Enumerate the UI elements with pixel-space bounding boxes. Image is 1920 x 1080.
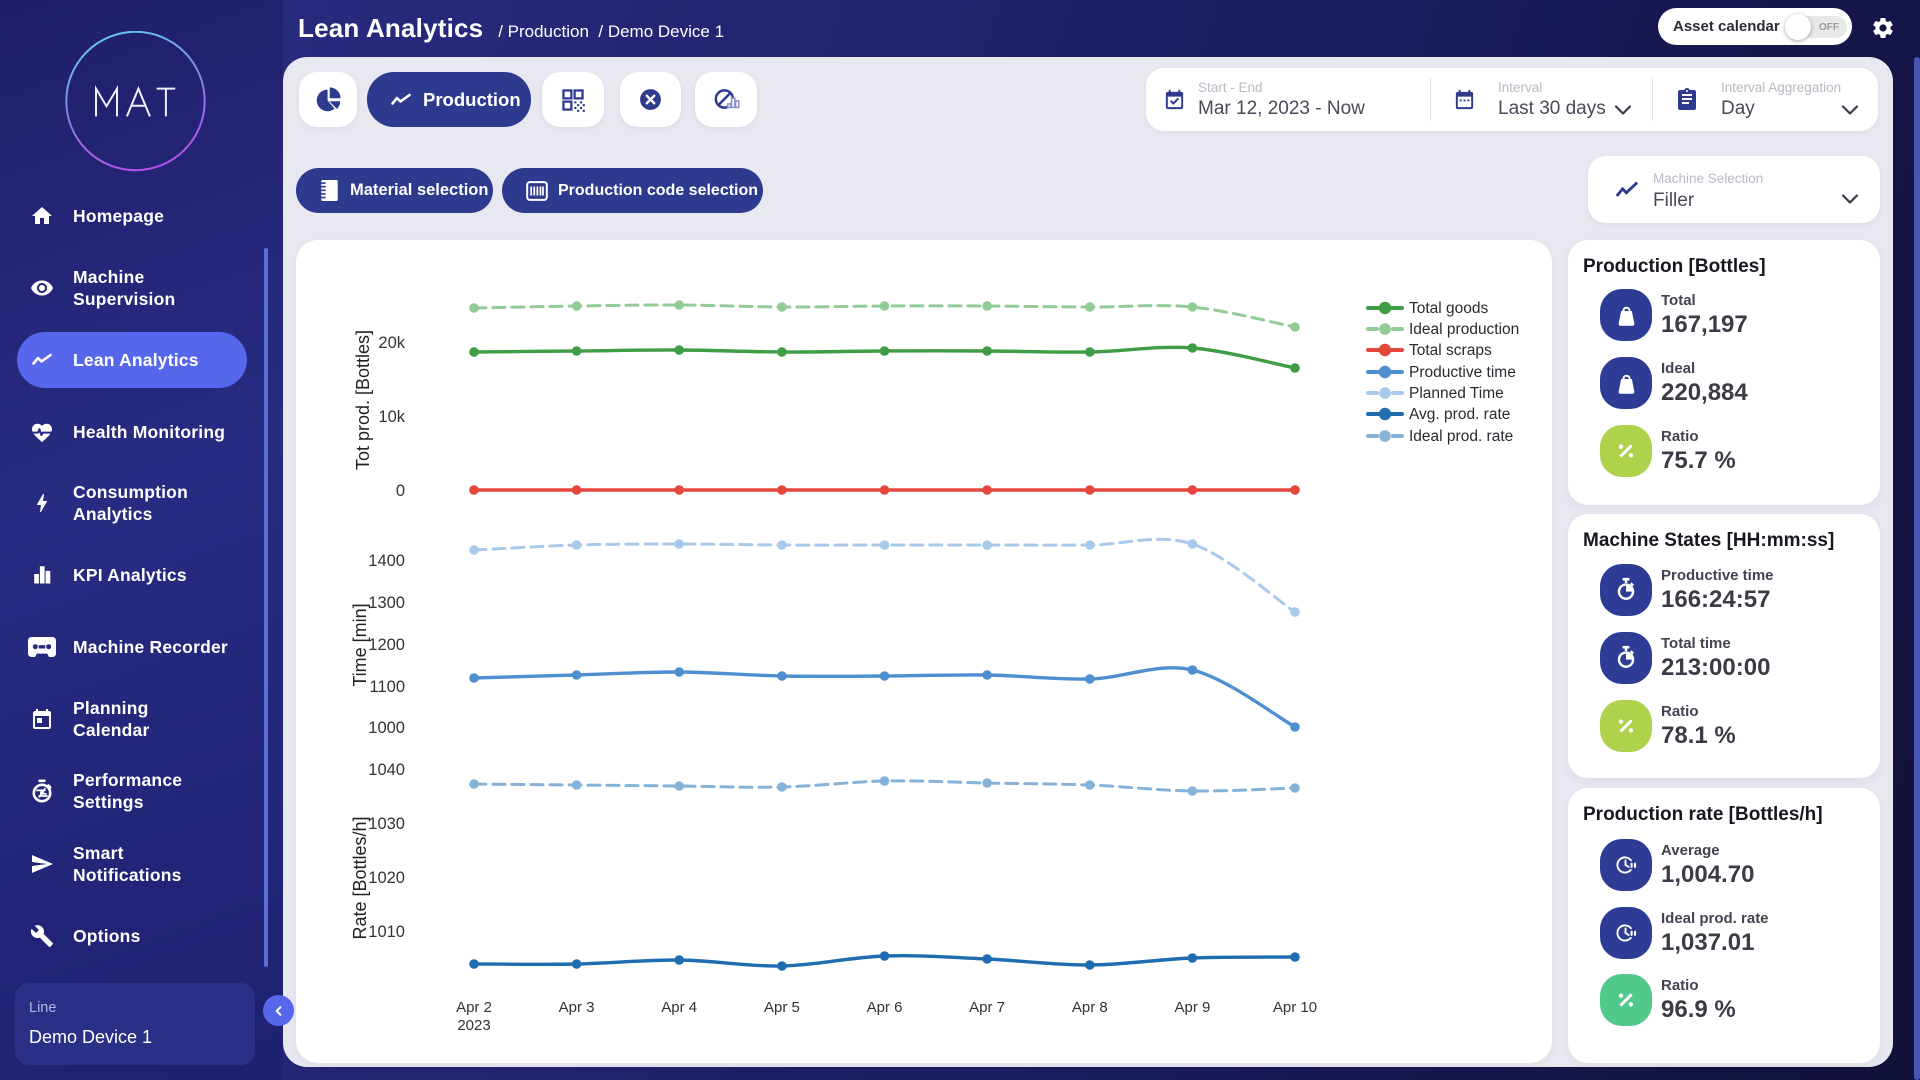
svg-text:Total goods: Total goods [1409, 300, 1489, 317]
svg-text:Ideal prod. rate: Ideal prod. rate [1409, 428, 1513, 445]
svg-text:Apr 9: Apr 9 [1174, 999, 1210, 1016]
svg-text:Apr 5: Apr 5 [764, 999, 800, 1016]
svg-text:Total scraps: Total scraps [1409, 342, 1492, 359]
svg-text:1040: 1040 [368, 761, 405, 779]
svg-text:Productive time: Productive time [1409, 364, 1516, 381]
svg-text:Planned Time: Planned Time [1409, 385, 1504, 402]
svg-text:1300: 1300 [368, 594, 405, 612]
svg-text:1400: 1400 [368, 552, 405, 570]
svg-text:2023: 2023 [457, 1017, 490, 1034]
svg-text:1200: 1200 [368, 636, 405, 654]
svg-text:20k: 20k [378, 334, 405, 352]
svg-text:Avg. prod. rate: Avg. prod. rate [1409, 406, 1510, 423]
svg-text:Time [min]: Time [min] [350, 603, 370, 686]
svg-text:Tot prod. [Bottles]: Tot prod. [Bottles] [353, 330, 373, 470]
svg-text:Apr 8: Apr 8 [1072, 999, 1108, 1016]
svg-text:Apr 3: Apr 3 [559, 999, 595, 1016]
svg-text:Apr 4: Apr 4 [661, 999, 697, 1016]
svg-text:Apr 2: Apr 2 [456, 999, 492, 1016]
svg-text:0: 0 [396, 482, 405, 500]
svg-text:1010: 1010 [368, 923, 405, 941]
svg-text:1000: 1000 [368, 719, 405, 737]
svg-text:Ideal production: Ideal production [1409, 321, 1519, 338]
svg-text:Apr 10: Apr 10 [1273, 999, 1317, 1016]
svg-text:1020: 1020 [368, 869, 405, 887]
svg-text:Rate [Bottles/h]: Rate [Bottles/h] [350, 816, 370, 939]
svg-text:10k: 10k [378, 408, 405, 426]
svg-text:Apr 7: Apr 7 [969, 999, 1005, 1016]
svg-text:Apr 6: Apr 6 [867, 999, 903, 1016]
svg-text:1100: 1100 [370, 678, 405, 696]
svg-text:1030: 1030 [368, 815, 405, 833]
